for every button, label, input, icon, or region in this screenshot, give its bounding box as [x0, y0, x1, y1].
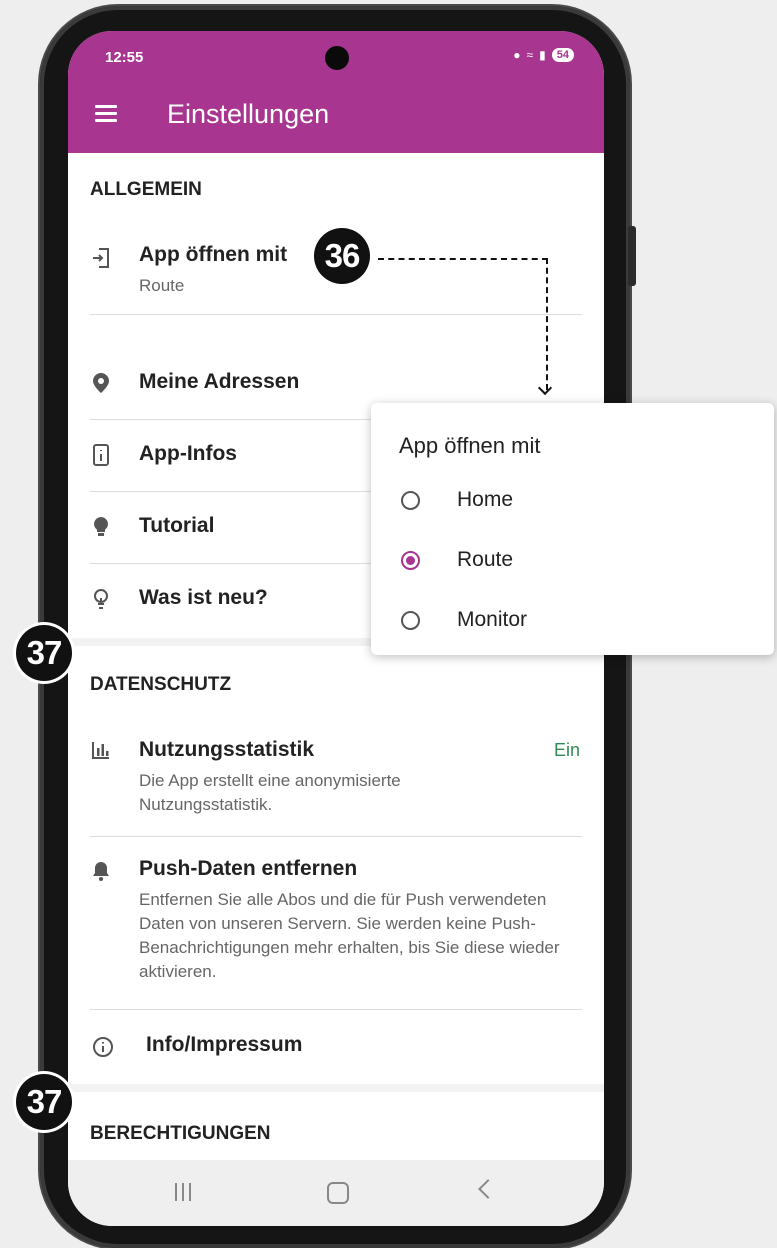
hamburger-menu-icon[interactable]	[95, 105, 117, 122]
recent-apps-icon[interactable]	[175, 1183, 193, 1201]
setting-title: Nutzungsstatistik	[139, 738, 315, 761]
setting-title: Info/Impressum	[146, 1033, 303, 1056]
setting-subtitle: Route	[139, 276, 185, 295]
bulb-outline-icon	[90, 587, 112, 611]
callout-connector-line	[546, 258, 548, 390]
option-label: Home	[457, 488, 514, 511]
status-icons: ● ≈ ▮ 54	[513, 48, 574, 62]
setting-subtitle: Die App erstellt eine anonymisierte Nutz…	[139, 771, 401, 814]
bar-chart-icon	[90, 738, 112, 762]
setting-subtitle: Entfernen Sie alle Abos und die für Push…	[139, 890, 560, 981]
login-icon	[90, 246, 112, 270]
system-navigation-bar	[68, 1160, 604, 1226]
option-label: Route	[457, 548, 514, 571]
callout-badge-37-second: 37	[16, 1074, 72, 1130]
callout-connector-line	[378, 258, 548, 260]
option-home[interactable]: Home	[401, 485, 513, 515]
section-title-berechtigungen: BERECHTIGUNGEN	[90, 1123, 271, 1144]
status-bar: 12:55 ● ≈ ▮ 54	[68, 31, 604, 79]
volume-button	[628, 226, 636, 286]
wifi-icon: ≈	[526, 48, 534, 62]
option-label: Monitor	[457, 608, 528, 631]
option-monitor[interactable]: Monitor	[401, 605, 527, 635]
callout-badge-36: 36	[314, 228, 370, 284]
divider	[90, 1009, 582, 1010]
setting-title: Meine Adressen	[139, 370, 300, 393]
page-title: Einstellungen	[167, 99, 330, 129]
radio-button-selected[interactable]	[401, 550, 420, 570]
location-pin-icon	[90, 371, 112, 395]
app-bar: Einstellungen	[68, 79, 604, 153]
section-title-datenschutz: DATENSCHUTZ	[90, 674, 232, 695]
setting-title: Tutorial	[139, 514, 215, 537]
lightbulb-icon	[90, 515, 112, 539]
divider	[90, 314, 582, 315]
divider	[90, 836, 582, 837]
settings-list: ALLGEMEIN App öffnen mit Route Meine Adr…	[68, 153, 604, 1172]
setting-title: Was ist neu?	[139, 586, 268, 609]
info-circle-icon	[92, 1035, 114, 1059]
radio-button[interactable]	[401, 610, 420, 630]
app-oeffnen-mit-dialog: App öffnen mit Home Route Monitor	[371, 403, 774, 655]
signal-icon: ▮	[539, 48, 546, 62]
back-icon[interactable]	[478, 1179, 498, 1199]
section-datenschutz: DATENSCHUTZ Nutzungsstatistik Ein Die Ap…	[68, 646, 604, 1084]
bell-icon	[90, 859, 112, 883]
setting-title: Push-Daten entfernen	[139, 857, 358, 880]
status-time: 12:55	[105, 49, 144, 66]
front-camera	[325, 46, 349, 70]
location-icon: ●	[513, 48, 521, 62]
dialog-title: App öffnen mit	[399, 433, 541, 458]
home-icon[interactable]	[327, 1182, 349, 1204]
setting-title: App öffnen mit	[139, 243, 288, 266]
section-title-allgemein: ALLGEMEIN	[90, 179, 202, 200]
radio-button[interactable]	[401, 490, 420, 510]
option-route[interactable]: Route	[401, 545, 513, 575]
info-box-icon	[90, 443, 112, 467]
callout-badge-37: 37	[16, 625, 72, 681]
setting-value: Ein	[553, 740, 580, 760]
setting-title: App-Infos	[139, 442, 237, 465]
battery-indicator: 54	[551, 48, 574, 62]
